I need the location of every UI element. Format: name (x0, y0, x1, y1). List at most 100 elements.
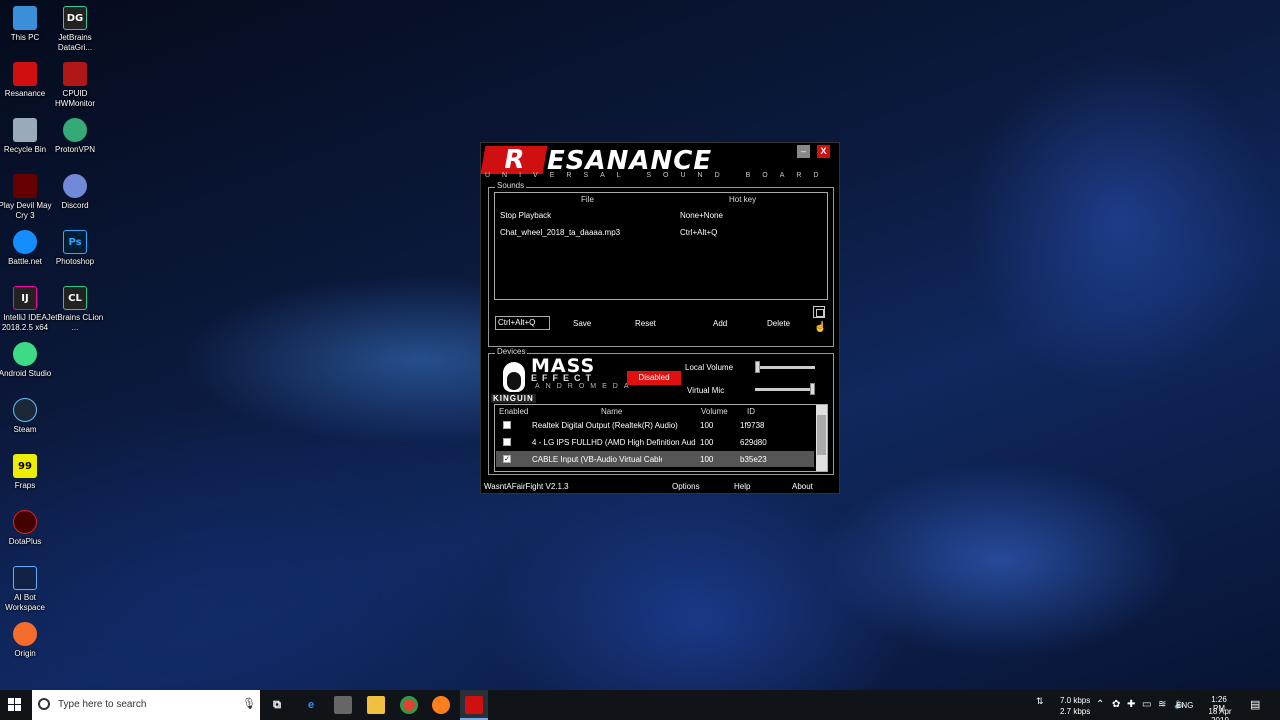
desktop-icon-ai-bot[interactable]: AI Bot Workspace (0, 566, 50, 613)
net-download-rate: 2.7 kbps (1060, 707, 1091, 716)
desktop-icon-label: Photoshop (55, 257, 95, 266)
sound-file: Stop Playback (500, 211, 552, 220)
desktop-icon-label: Android Studio (0, 369, 52, 378)
hwmonitor-icon (63, 62, 87, 86)
clock-date[interactable]: 18 Apr 2019 (1200, 707, 1240, 720)
logo-effect: EFFECT (531, 373, 596, 383)
device-volume: 100 (700, 455, 714, 464)
desktop-icon-clion[interactable]: CL JetBrains CLion ... (47, 286, 103, 333)
media-player-icon[interactable] (334, 696, 352, 714)
desktop-icon-battlenet[interactable]: Battle.net (0, 230, 50, 267)
sounds-group: Sounds File Hot key Stop Playback None+N… (488, 181, 834, 347)
computer-icon (13, 6, 37, 30)
column-header-volume[interactable]: Volume (701, 407, 728, 416)
resanance-icon (13, 62, 37, 86)
desktop-icon-label: DotaPlus (8, 537, 42, 546)
column-header-id[interactable]: ID (747, 407, 755, 416)
devices-scrollbar[interactable] (816, 405, 827, 471)
virtual-mic-slider[interactable] (755, 383, 815, 395)
desktop-icon-recycle-bin[interactable]: Recycle Bin (0, 118, 50, 155)
tray-app-icon[interactable]: ✚ (1127, 699, 1135, 710)
sound-hotkey: Ctrl+Alt+Q (680, 228, 718, 237)
firefox-icon[interactable] (432, 696, 450, 714)
desktop-icon-label: JetBrains DataGri... (57, 33, 93, 52)
column-header-name[interactable]: Name (601, 407, 622, 416)
desktop-icon-photoshop[interactable]: Ps Photoshop (50, 230, 100, 267)
desktop-icon-hwmonitor[interactable]: CPUID HWMonitor (50, 62, 100, 109)
taskbar-search-box[interactable]: Type here to search 🎙 (32, 690, 260, 720)
tray-app-icon[interactable]: ✿ (1112, 699, 1120, 710)
column-header-file[interactable]: File (581, 195, 594, 204)
desktop-icon-android-studio[interactable]: Android Studio (0, 342, 51, 379)
disabled-toggle-button[interactable]: Disabled (627, 371, 681, 385)
device-enabled-checkbox[interactable] (503, 421, 511, 429)
sound-file: Chat_wheel_2018_ta_daaaa.mp3 (500, 228, 621, 237)
delete-button[interactable]: Delete (767, 319, 790, 328)
column-header-enabled[interactable]: Enabled (499, 407, 528, 416)
devices-list[interactable]: Enabled Name Volume ID Realtek Digital O… (494, 404, 828, 472)
desktop-icon-datagrip[interactable]: DG JetBrains DataGri... (50, 6, 100, 53)
device-id: 1f9738 (740, 421, 765, 430)
task-view-icon[interactable]: ⧉ (268, 696, 286, 714)
desktop-icon-intellij[interactable]: IJ IntelliJ IDEA 2018.2.5 x64 (0, 286, 50, 333)
language-indicator[interactable]: ENG (1176, 701, 1193, 710)
logo-kinguin: KINGUIN (491, 394, 536, 403)
desktop-icon-dotaplus[interactable]: DotaPlus (0, 510, 50, 547)
device-enabled-checkbox[interactable]: ✓ (503, 455, 511, 463)
help-link[interactable]: Help (734, 482, 750, 491)
file-explorer-icon[interactable] (367, 696, 385, 714)
minimize-button[interactable]: – (797, 145, 810, 158)
edge-icon[interactable]: e (302, 696, 320, 714)
device-enabled-checkbox[interactable] (503, 438, 511, 446)
device-row[interactable]: 4 - LG IPS FULLHD (AMD High Definition A… (496, 434, 814, 450)
sounds-list[interactable]: File Hot key Stop Playback None+None Cha… (494, 192, 828, 300)
sound-row[interactable]: Chat_wheel_2018_ta_daaaa.mp3 Ctrl+Alt+Q (495, 226, 827, 240)
cortana-icon (38, 698, 50, 710)
close-button[interactable]: X (817, 145, 830, 158)
title-bar[interactable]: R ESANANCE UNIVERSAL SOUND BOARD – X (480, 143, 841, 183)
about-link[interactable]: About (792, 482, 813, 491)
chrome-icon[interactable] (400, 696, 418, 714)
chevron-up-icon[interactable]: ⌃ (1096, 699, 1104, 710)
options-link[interactable]: Options (672, 482, 700, 491)
datagrip-icon: DG (63, 6, 87, 30)
hand-cursor-icon[interactable]: ☝ (814, 322, 826, 333)
steam-icon (13, 398, 37, 422)
local-volume-slider[interactable] (755, 361, 815, 373)
taskbar: Type here to search 🎙 ⧉ e ⇅ 7.0 kbps 2.7… (0, 690, 1280, 720)
desktop-icon-steam[interactable]: Steam (0, 398, 50, 435)
notification-icon[interactable]: ▤ (1250, 698, 1260, 711)
microphone-icon[interactable]: 🎙 (242, 697, 256, 710)
devices-group: Devices MASS EFFECT ANDROMEDA KINGUIN Di… (488, 347, 834, 475)
window-copy-icon[interactable] (813, 306, 825, 318)
desktop-icons: This PC DG JetBrains DataGri... Resananc… (0, 0, 110, 690)
scrollbar-thumb[interactable] (817, 415, 826, 455)
virtual-mic-label: Virtual Mic (687, 386, 725, 395)
net-upload-rate: 7.0 kbps (1060, 696, 1091, 705)
logo-subtitle: UNIVERSAL SOUND BOARD (485, 172, 831, 179)
virtual-mic-thumb[interactable] (810, 383, 815, 395)
save-button[interactable]: Save (573, 319, 591, 328)
device-row[interactable]: Realtek Digital Output (Realtek(R) Audio… (496, 417, 814, 433)
local-volume-thumb[interactable] (755, 361, 760, 373)
hotkey-input[interactable]: Ctrl+Alt+Q (495, 316, 550, 330)
add-button[interactable]: Add (713, 319, 727, 328)
desktop-icon-resanance[interactable]: Resanance (0, 62, 50, 99)
resanance-taskbar-icon[interactable] (465, 696, 483, 714)
tray-app-icon[interactable]: ▭ (1142, 699, 1151, 710)
desktop-icon-this-pc[interactable]: This PC (0, 6, 50, 43)
desktop-icon-dmc3[interactable]: Play Devil May Cry 3 (0, 174, 51, 221)
desktop-icon-protonvpn[interactable]: ProtonVPN (50, 118, 100, 155)
sound-row[interactable]: Stop Playback None+None (495, 209, 827, 223)
clion-icon: CL (63, 286, 87, 310)
battlenet-icon (13, 230, 37, 254)
column-header-hotkey[interactable]: Hot key (729, 195, 756, 204)
desktop-icon-origin[interactable]: Origin (0, 622, 50, 659)
reset-button[interactable]: Reset (635, 319, 656, 328)
wifi-icon[interactable]: ≋ (1158, 699, 1166, 710)
desktop-icon-discord[interactable]: Discord (50, 174, 100, 211)
desktop-icon-fraps[interactable]: 99 Fraps (0, 454, 50, 491)
device-row[interactable]: ✓ CABLE Input (VB-Audio Virtual Cable) 1… (496, 451, 814, 467)
intellij-icon: IJ (13, 286, 37, 310)
windows-start-icon[interactable] (8, 698, 22, 712)
